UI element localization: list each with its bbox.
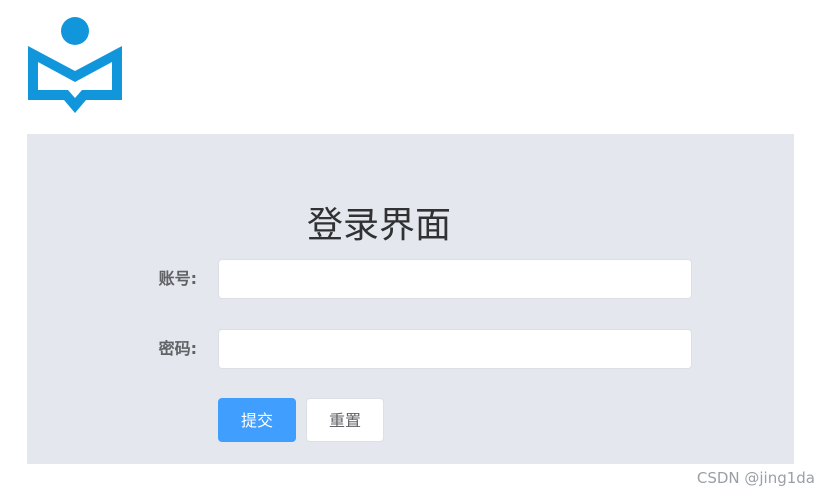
page: 登录界面 账号: 密码: 提交 重置 CSDN @jing1da xyxy=(0,0,829,498)
open-book-reader-icon xyxy=(28,17,122,113)
password-label: 密码: xyxy=(158,339,197,358)
submit-button[interactable]: 提交 xyxy=(218,398,296,442)
account-label: 账号: xyxy=(158,269,197,288)
reset-button[interactable]: 重置 xyxy=(306,398,384,442)
watermark: CSDN @jing1da xyxy=(696,469,815,487)
login-panel: 登录界面 账号: 密码: 提交 重置 xyxy=(27,134,794,464)
page-title: 登录界面 xyxy=(307,205,452,246)
password-input[interactable] xyxy=(218,329,692,369)
account-input[interactable] xyxy=(218,259,692,299)
